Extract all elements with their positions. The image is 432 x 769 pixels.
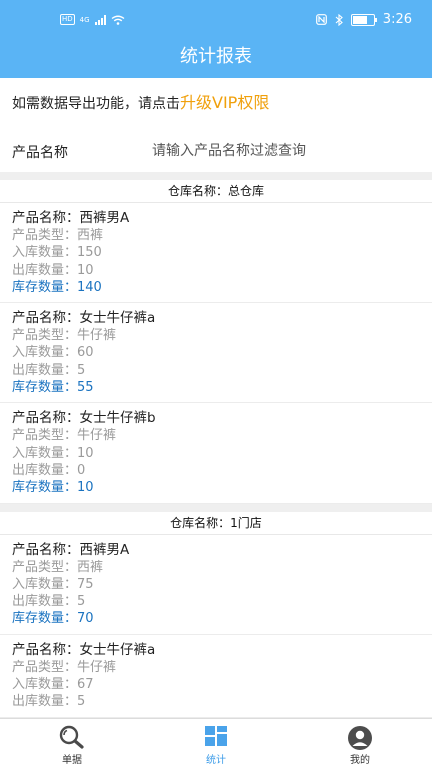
tab-label: 统计 [206,755,226,766]
clock: 3:26 [382,12,412,27]
section-divider [0,503,432,512]
inbound-quantity: 入库数量：60 [12,345,94,361]
product-stock-item: 产品名称：女士牛仔裤b 产品类型：牛仔裤 入库数量：10 出库数量：0 库存数量：10 [0,403,432,504]
product-stock-item: 产品名称：西裤男A 产品类型：西裤 入库数量：150 出库数量：10 库存数量：140 [0,203,432,304]
user-icon [348,726,372,750]
search-icon [59,725,84,749]
product-name: 产品名称：女士牛仔裤a [12,641,156,658]
inbound-quantity: 入库数量：10 [12,445,94,461]
product-name: 产品名称：女士牛仔裤a [12,310,156,327]
outbound-quantity: 出库数量：0 [12,462,86,478]
stock-quantity: 库存数量：55 [12,380,94,396]
product-type: 产品类型：牛仔裤 [12,659,117,675]
wifi-icon [111,15,124,25]
filter-label: 产品名称 [12,145,68,161]
product-stock-item: 产品名称：西裤男A 产品类型：西裤 入库数量：75 出库数量：5 库存数量：70 [0,535,432,635]
product-type: 产品类型：牛仔裤 [12,328,117,344]
inbound-quantity: 入库数量：150 [12,245,102,261]
outbound-quantity: 出库数量：5 [12,362,86,378]
hd-voice-icon: HD [60,14,75,25]
stock-quantity: 库存数量：10 [12,480,94,496]
vip-notice: 如需数据导出功能，请点击升级VIP权限 [12,90,269,116]
outbound-quantity: 出库数量：5 [12,694,86,710]
page-title: 统计报表 [0,38,432,78]
battery-icon [350,13,377,26]
product-name-filter-input[interactable] [150,136,420,166]
product-name: 产品名称：西裤男A [12,541,130,558]
product-name: 产品名称：西裤男A [12,210,130,226]
product-name: 产品名称：女士牛仔裤b [12,410,156,427]
outbound-quantity: 出库数量：10 [12,262,94,278]
product-stock-item: 产品名称：女士牛仔裤a 产品类型：牛仔裤 入库数量：60 出库数量：5 库存数量：55 [0,303,432,404]
tab-profile[interactable]: 我的 [288,719,432,769]
notice-text: 如需数据导出功能，请点击 [12,96,180,112]
signal-icon [94,14,106,25]
product-type: 产品类型：西裤 [12,559,104,575]
report-list[interactable]: 仓库名称：总仓库 产品名称：西裤男A 产品类型：西裤 入库数量：150 出库数量：10 库… [0,172,432,718]
inbound-quantity: 入库数量：67 [12,677,94,693]
chart-grid-icon [205,726,227,746]
section-divider [0,172,432,180]
tab-statistics[interactable]: 统计 [144,719,288,769]
product-type: 产品类型：牛仔裤 [12,428,117,444]
upgrade-vip-link[interactable]: 升级VIP权限 [180,93,269,112]
inbound-quantity: 入库数量：75 [12,576,94,592]
stock-quantity: 库存数量：140 [12,279,102,295]
stock-quantity: 库存数量：70 [12,611,94,627]
warehouse-title: 仓库名称：总仓库 [0,180,432,203]
status-bar: HD 4G 3:26 [0,0,432,38]
product-filter: 产品名称 [0,132,432,168]
tab-label: 我的 [350,755,370,766]
product-stock-item: 产品名称：女士牛仔裤a 产品类型：牛仔裤 入库数量：67 出库数量：5 [0,635,432,718]
tab-label: 单据 [62,755,82,766]
outbound-quantity: 出库数量：5 [12,594,86,610]
tab-documents[interactable]: 单据 [0,719,144,769]
network-type: 4G [79,15,90,24]
product-type: 产品类型：西裤 [12,228,104,243]
bluetooth-icon [335,13,343,26]
warehouse-title: 仓库名称：1门店 [0,512,432,535]
nfc-icon [315,14,327,25]
bottom-tab-bar: 单据 统计 我的 [0,718,432,769]
